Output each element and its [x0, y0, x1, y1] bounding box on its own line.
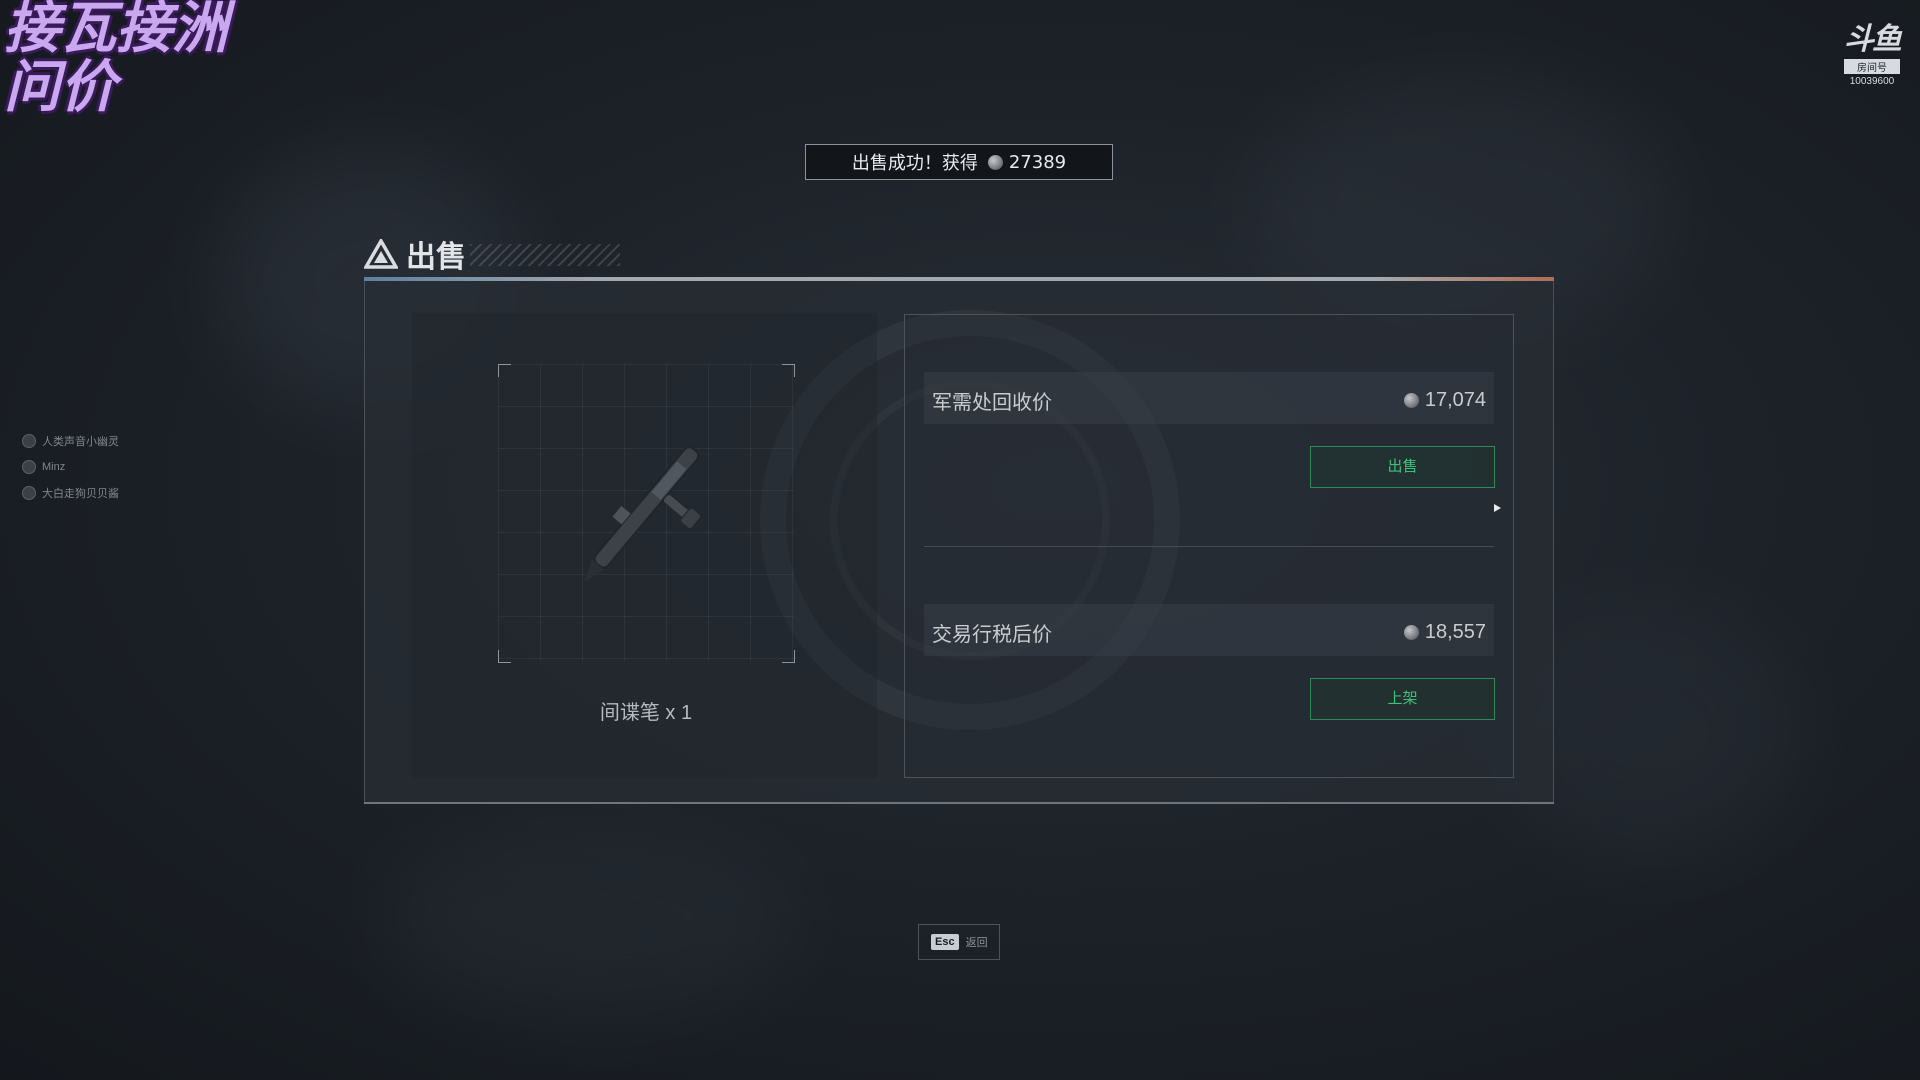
market-price-amount: 18,557 [1424, 621, 1486, 643]
platform-logo: 斗鱼 房间号 10039600 [1844, 14, 1902, 87]
recycle-price-value: 17,074 [1403, 389, 1486, 412]
list-item-label: 人类声音小幽灵 [42, 436, 119, 448]
logo-mark: 斗鱼 [1844, 22, 1902, 57]
list-item: 大白走狗贝贝酱 [22, 480, 119, 506]
overlay-line-1: 接瓦接洲 [4, 0, 228, 61]
header-hatch-decoration [470, 244, 620, 266]
item-name: 间谍笔 x 1 [599, 702, 693, 724]
cursor-icon [1494, 504, 1501, 512]
spy-pen-icon [584, 446, 702, 582]
esc-back-button[interactable]: Esc 返回 [918, 924, 1000, 960]
coin-icon [1403, 393, 1419, 408]
stream-overlay-title: 接瓦接洲 问价 [4, 0, 228, 118]
toast-text: 出售成功！获得 [851, 153, 978, 174]
panel-bottom-border [364, 802, 1554, 804]
room-id: 10039600 [1849, 76, 1895, 87]
panel-header: 出售 [364, 232, 466, 276]
list-item-label: Minz [42, 461, 66, 473]
list-item: Minz [22, 454, 119, 480]
avatar [22, 486, 36, 500]
list-on-market-button[interactable]: 上架 [1310, 678, 1495, 720]
avatar [22, 434, 36, 448]
coin-icon [1403, 625, 1419, 640]
recycle-price-amount: 17,074 [1424, 389, 1486, 411]
logo-sub: 房间号 [1844, 59, 1900, 74]
overlay-line-2: 问价 [4, 54, 116, 120]
frame-corner [782, 650, 795, 663]
list-item: 人类声音小幽灵 [22, 428, 119, 454]
frame-corner [498, 650, 511, 663]
list-item-label: 大白走狗贝贝酱 [42, 488, 119, 500]
panel-title: 出售 [406, 240, 466, 275]
background-glow [380, 820, 800, 1020]
avatar [22, 460, 36, 474]
toast-amount: 27389 [1008, 151, 1067, 173]
frame-corner [782, 364, 795, 377]
market-price-label: 交易行税后价 [932, 624, 1052, 646]
sell-button[interactable]: 出售 [1310, 446, 1495, 488]
recycle-price-label: 军需处回收价 [932, 392, 1052, 414]
coin-icon [987, 154, 1003, 170]
back-label: 返回 [965, 937, 988, 949]
market-price-value: 18,557 [1403, 621, 1486, 644]
esc-key: Esc [931, 934, 959, 950]
warning-triangle-icon [364, 239, 398, 269]
frame-corner [498, 364, 511, 377]
left-player-list: 人类声音小幽灵 Minz 大白走狗贝贝酱 [22, 428, 119, 506]
sale-success-toast: 出售成功！获得 27389 [805, 144, 1113, 180]
section-divider [924, 546, 1494, 547]
